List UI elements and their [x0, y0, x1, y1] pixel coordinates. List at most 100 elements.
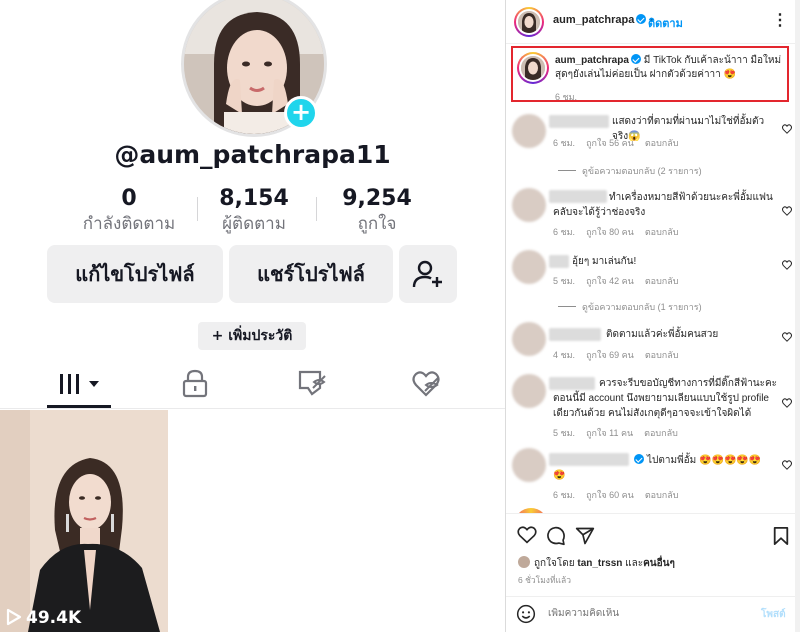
stat-divider: [316, 197, 317, 221]
view-replies-button[interactable]: ดูข้อความตอบกลับ (2 รายการ): [558, 164, 702, 178]
comment-likes[interactable]: ถูกใจ 80 คน: [586, 227, 634, 237]
comment-likes[interactable]: ถูกใจ 42 คน: [586, 276, 634, 286]
comment-time: 5 ชม.: [553, 428, 576, 438]
heart-icon[interactable]: [782, 260, 792, 270]
stat-divider: [197, 197, 198, 221]
comment-likes[interactable]: ถูกใจ 56 คน: [586, 138, 634, 148]
heart-icon[interactable]: [782, 206, 792, 216]
view-replies-button[interactable]: ดูข้อความตอบกลับ (1 รายการ): [558, 300, 702, 314]
post-comment-button[interactable]: โพสต์: [761, 607, 786, 622]
stat-likes-label: ถูกใจ: [357, 214, 397, 234]
verified-badge-icon: [634, 454, 644, 464]
comment-reply-button[interactable]: ตอบกลับ: [645, 227, 679, 237]
verified-badge-icon: [636, 14, 647, 24]
tab-reposts[interactable]: [282, 368, 342, 404]
comment-meta: 4 ชม. ถูกใจ 69 คน ตอบกลับ: [553, 348, 689, 362]
hidden-heart-icon: [412, 371, 440, 397]
stat-likes[interactable]: 9,254 ถูกใจ: [330, 186, 424, 236]
hidden-repost-icon: [298, 370, 326, 396]
comment-reply-button[interactable]: ตอบกลับ: [645, 490, 679, 500]
header-username-text[interactable]: aum_patchrapa: [553, 14, 634, 26]
follow-button[interactable]: ติดตาม: [648, 14, 683, 32]
post-header: aum_patchrapa • ติดตาม ⋮: [506, 0, 800, 44]
active-tab-indicator: [47, 405, 111, 408]
videos-grid-icon: [60, 374, 99, 394]
liked-by-prefix: ถูกใจโดย: [534, 558, 575, 569]
commenter-avatar-blurred[interactable]: [512, 114, 546, 148]
add-avatar-plus-icon[interactable]: +: [284, 96, 318, 130]
comment-likes[interactable]: ถูกใจ 69 คน: [586, 350, 634, 360]
stat-following-label: กำลังติดตาม: [82, 214, 176, 234]
lock-icon: [182, 369, 208, 398]
save-bookmark-icon[interactable]: [772, 526, 790, 546]
header-username[interactable]: aum_patchrapa •: [553, 14, 653, 26]
tab-private[interactable]: [165, 368, 225, 404]
comment-reply-button[interactable]: ตอบกลับ: [645, 276, 679, 286]
comment-meta: 5 ชม. ถูกใจ 11 คน ตอบกลับ: [553, 426, 689, 440]
commenter-avatar-blurred[interactable]: [512, 374, 546, 408]
video-play-count: 49.4K: [6, 608, 81, 628]
post-timestamp[interactable]: 6 ชั่วโมงที่แล้ว: [518, 573, 571, 587]
comment-input[interactable]: [548, 608, 748, 619]
comment-meta: 6 ชม. ถูกใจ 80 คน ตอบกลับ: [553, 225, 689, 239]
tab-videos[interactable]: [49, 368, 109, 404]
video-thumbnail[interactable]: [0, 410, 168, 632]
liked-by-others-link[interactable]: คนอื่นๆ: [643, 558, 675, 569]
commenter-name-blurred[interactable]: [549, 255, 569, 268]
comment-text: ทำเครื่องหมายสีฟ้าด้วยนะคะพี่อั้มแฟนคลับ…: [553, 192, 773, 218]
tab-liked[interactable]: [396, 368, 456, 404]
commenter-avatar-blurred[interactable]: [512, 448, 546, 482]
like-heart-icon[interactable]: [517, 526, 537, 544]
comment-time: 4 ชม.: [553, 350, 576, 360]
comment-text-extra: 😍: [553, 470, 566, 481]
commenter-avatar-blurred[interactable]: [512, 322, 546, 356]
commenter-name-blurred[interactable]: [549, 115, 609, 128]
stat-followers-value: 8,154: [219, 186, 289, 211]
liked-by-user[interactable]: tan_trssn: [577, 558, 622, 569]
instagram-post-panel: aum_patchrapa • ติดตาม ⋮ aum_patchrapa ม…: [505, 0, 800, 632]
comment-text: ควรจะรีบขอบัญชีทางการที่มีติ๊กสีฟ้านะคะ …: [553, 378, 778, 419]
more-options-icon[interactable]: ⋮: [772, 10, 788, 30]
heart-icon[interactable]: [782, 332, 792, 342]
liked-by-avatar[interactable]: [518, 556, 530, 568]
share-send-icon[interactable]: [575, 526, 595, 546]
stat-likes-value: 9,254: [342, 186, 412, 211]
comment-meta: 5 ชม. ถูกใจ 42 คน ตอบกลับ: [553, 274, 689, 288]
comment-time: 6 ชม.: [553, 490, 576, 500]
caption-username[interactable]: aum_patchrapa: [555, 55, 629, 66]
heart-icon[interactable]: [782, 398, 792, 408]
commenter-avatar-blurred[interactable]: [512, 188, 546, 222]
scrollbar[interactable]: [795, 0, 800, 632]
share-profile-button[interactable]: แชร์โปรไฟล์: [229, 245, 393, 303]
comment-meta: 6 ชม. ถูกใจ 56 คน ตอบกลับ: [553, 136, 689, 150]
comment-text: ไปตามพี่อั้ม 😍😍😍😍😍: [632, 453, 782, 468]
caption-text: aum_patchrapa มี TikTok กับเค้าละน้าาา ม…: [555, 54, 785, 82]
comment-reply-button[interactable]: ตอบกลับ: [645, 350, 679, 360]
add-comment-bar: โพสต์: [506, 596, 800, 632]
comment-reply-button[interactable]: ตอบกลับ: [645, 138, 679, 148]
heart-icon[interactable]: [782, 124, 792, 134]
commenter-name-blurred[interactable]: [549, 328, 601, 341]
header-avatar[interactable]: [518, 11, 540, 33]
caption-avatar[interactable]: [521, 56, 545, 80]
heart-icon[interactable]: [782, 460, 792, 470]
commenter-avatar-blurred[interactable]: [512, 250, 546, 284]
comment-bubble-icon[interactable]: [546, 526, 566, 546]
stat-followers-label: ผู้ติดตาม: [222, 214, 286, 234]
commenter-name-blurred[interactable]: [549, 453, 629, 466]
comment-reply-button[interactable]: ตอบกลับ: [644, 428, 678, 438]
stat-followers[interactable]: 8,154 ผู้ติดตาม: [206, 186, 302, 236]
stat-following[interactable]: 0 กำลังติดตาม: [80, 186, 178, 236]
comment-likes[interactable]: ถูกใจ 11 คน: [586, 428, 633, 438]
stat-following-value: 0: [121, 186, 137, 211]
add-friends-button[interactable]: [399, 245, 457, 303]
tabs-divider: [0, 408, 505, 409]
edit-profile-button[interactable]: แก้ไขโปรไฟล์: [47, 245, 223, 303]
comment-time: 6 ชม.: [553, 227, 576, 237]
video-views: 49.4K: [26, 608, 82, 628]
add-bio-button[interactable]: + เพิ่มประวัติ: [198, 322, 306, 350]
emoji-icon[interactable]: [516, 604, 536, 624]
screenshot-root: + @aum_patchrapa11 0 กำลังติดตาม 8,154 ผ…: [0, 0, 800, 632]
comment-meta: 6 ชม. ถูกใจ 60 คน ตอบกลับ: [553, 488, 689, 502]
comment-likes[interactable]: ถูกใจ 60 คน: [586, 490, 634, 500]
